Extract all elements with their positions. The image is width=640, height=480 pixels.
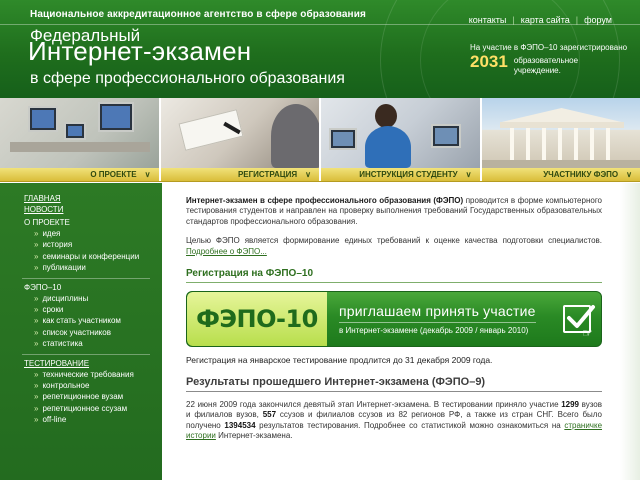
goal-paragraph: Целью ФЭПО является формирование единых …: [186, 236, 602, 257]
bullet-icon: »: [34, 339, 39, 349]
registration-count: 2031: [470, 52, 508, 71]
photo-computer-class: [0, 98, 161, 168]
nav-about[interactable]: О ПРОЕКТЕ ∨: [0, 168, 161, 181]
count-universities: 1299: [561, 400, 579, 410]
bullet-icon: »: [34, 316, 39, 326]
bullet-icon: »: [34, 327, 39, 337]
banner-text: приглашаем принять участие в Интернет-эк…: [327, 303, 553, 335]
bullet-icon: »: [34, 305, 39, 315]
more-about-fepo-link[interactable]: Подробнее о ФЭПО...: [186, 247, 267, 256]
sidebar-item-how-to-join[interactable]: » как стать участником: [34, 315, 162, 326]
photo-documents: [160, 98, 321, 168]
sidebar-item-news[interactable]: НОВОСТИ: [24, 204, 162, 215]
bullet-icon: »: [34, 415, 39, 425]
sidebar-item-disciplines[interactable]: » дисциплины: [34, 293, 162, 304]
link-sitemap[interactable]: карта сайта: [521, 15, 570, 25]
main-nav: О ПРОЕКТЕ ∨ РЕГИСТРАЦИЯ ∨ ИНСТРУКЦИЯ СТУ…: [0, 168, 640, 182]
link-forum[interactable]: форум: [584, 15, 612, 25]
sidebar-item-rehearsal-colleges[interactable]: » репетиционное ссузам: [34, 403, 162, 414]
sidebar-item-participants[interactable]: » список участников: [34, 327, 162, 338]
sidebar-item-main[interactable]: ГЛАВНАЯ: [24, 193, 162, 204]
nav-participant-label: УЧАСТНИКУ ФЭПО: [543, 170, 619, 179]
sidebar-section-about: О ПРОЕКТЕ: [24, 218, 70, 227]
site-title-line3: в сфере профессионального образования: [30, 70, 345, 87]
sidebar-item-idea[interactable]: » идея: [34, 228, 162, 239]
site-header: Национальное аккредитационное агентство …: [0, 0, 640, 98]
nav-student-guide[interactable]: ИНСТРУКЦИЯ СТУДЕНТУ ∨: [321, 168, 482, 181]
chevron-down-icon: ∨: [305, 170, 311, 179]
chevron-down-icon: ∨: [144, 170, 151, 179]
banner-logo: ФЭПО-10: [196, 305, 318, 334]
goal-text: Целью ФЭПО является формирование единых …: [186, 236, 602, 246]
bullet-icon: »: [34, 251, 39, 261]
bullet-icon: »: [34, 369, 39, 379]
nav-participant[interactable]: УЧАСТНИКУ ФЭПО ∨: [482, 168, 640, 181]
chevron-down-icon: ∨: [465, 170, 472, 179]
top-links: контакты | карта сайта | форум: [469, 15, 612, 25]
photo-university-building: [481, 98, 640, 168]
intro-paragraph: Интернет-экзамен в сфере профессионально…: [186, 196, 602, 227]
nav-about-label: О ПРОЕКТЕ: [90, 170, 137, 179]
sidebar: ГЛАВНАЯ НОВОСТИ О ПРОЕКТЕ » идея » история…: [0, 183, 162, 480]
separator: |: [512, 15, 515, 25]
bullet-icon: »: [34, 381, 39, 391]
bullet-icon: »: [34, 263, 39, 273]
nav-student-guide-label: ИНСТРУКЦИЯ СТУДЕНТУ: [359, 170, 458, 179]
bullet-icon: »: [34, 392, 39, 402]
bullet-icon: »: [34, 229, 39, 238]
bullet-icon: »: [34, 293, 39, 303]
sidebar-item-offline[interactable]: » off-line: [34, 414, 162, 425]
count-results: 1394534: [224, 420, 256, 430]
chevron-down-icon: ∨: [626, 170, 632, 179]
hand-cursor-icon: ☞: [582, 326, 593, 341]
sidebar-item-history[interactable]: » история: [34, 239, 162, 250]
sidebar-item-rehearsal-universities[interactable]: » репетиционное вузам: [34, 391, 162, 402]
intro-bold: Интернет-экзамен в сфере профессионально…: [186, 196, 464, 205]
right-shadow: [620, 183, 640, 480]
sidebar-item-publications[interactable]: » публикации: [34, 262, 162, 273]
bullet-icon: »: [34, 240, 39, 250]
site-title-line2: Интернет-экзамен: [28, 36, 252, 66]
count-colleges: 557: [262, 410, 277, 420]
nav-registration-label: РЕГИСТРАЦИЯ: [237, 170, 298, 179]
bullet-icon: »: [34, 403, 39, 413]
sidebar-item-control[interactable]: » контрольное: [34, 380, 162, 391]
sidebar-section-testing: ТЕСТИРОВАНИЕ: [24, 358, 90, 368]
sidebar-section-fepo: ФЭПО–10: [24, 282, 62, 292]
separator: |: [575, 15, 579, 25]
registration-counter: 2031 образовательное учреждение.: [470, 52, 604, 76]
sidebar-item-statistics[interactable]: » статистика: [34, 338, 162, 349]
registration-deadline: Регистрация на январское тестирование пр…: [186, 355, 493, 366]
sidebar-item-dates[interactable]: » сроки: [34, 304, 162, 315]
photo-students: [321, 98, 482, 168]
link-contacts[interactable]: контакты: [469, 15, 507, 25]
nav-registration[interactable]: РЕГИСТРАЦИЯ ∨: [161, 168, 321, 181]
registration-suffix: образовательное учреждение.: [513, 56, 579, 75]
photo-strip: [0, 98, 640, 168]
sidebar-divider: [22, 277, 150, 279]
section-registration-heading: Регистрация на ФЭПО–10: [186, 268, 602, 284]
banner-invite: приглашаем принять участие: [339, 303, 536, 324]
agency-name: Национальное аккредитационное агентство …: [30, 9, 366, 20]
banner-logo-area: ФЭПО-10: [187, 292, 327, 347]
main-content: Интернет-экзамен в сфере профессионально…: [186, 196, 602, 442]
section-results-heading: Результаты прошедшего Интернет-экзамена …: [186, 376, 602, 393]
sidebar-item-seminars[interactable]: » семинары и конференции: [34, 251, 162, 262]
sidebar-item-tech-requirements[interactable]: » технические требования: [34, 369, 162, 380]
banner-check-area: ☞: [553, 292, 601, 346]
results-paragraph: 22 июня 2009 года закончился девятый эта…: [186, 400, 603, 441]
registration-banner[interactable]: ФЭПО-10 приглашаем принять участие в Инт…: [186, 291, 602, 348]
banner-subtitle: в Интернет-экзамене (декабрь 2009 / янва…: [339, 326, 529, 336]
sidebar-divider: [22, 353, 150, 355]
